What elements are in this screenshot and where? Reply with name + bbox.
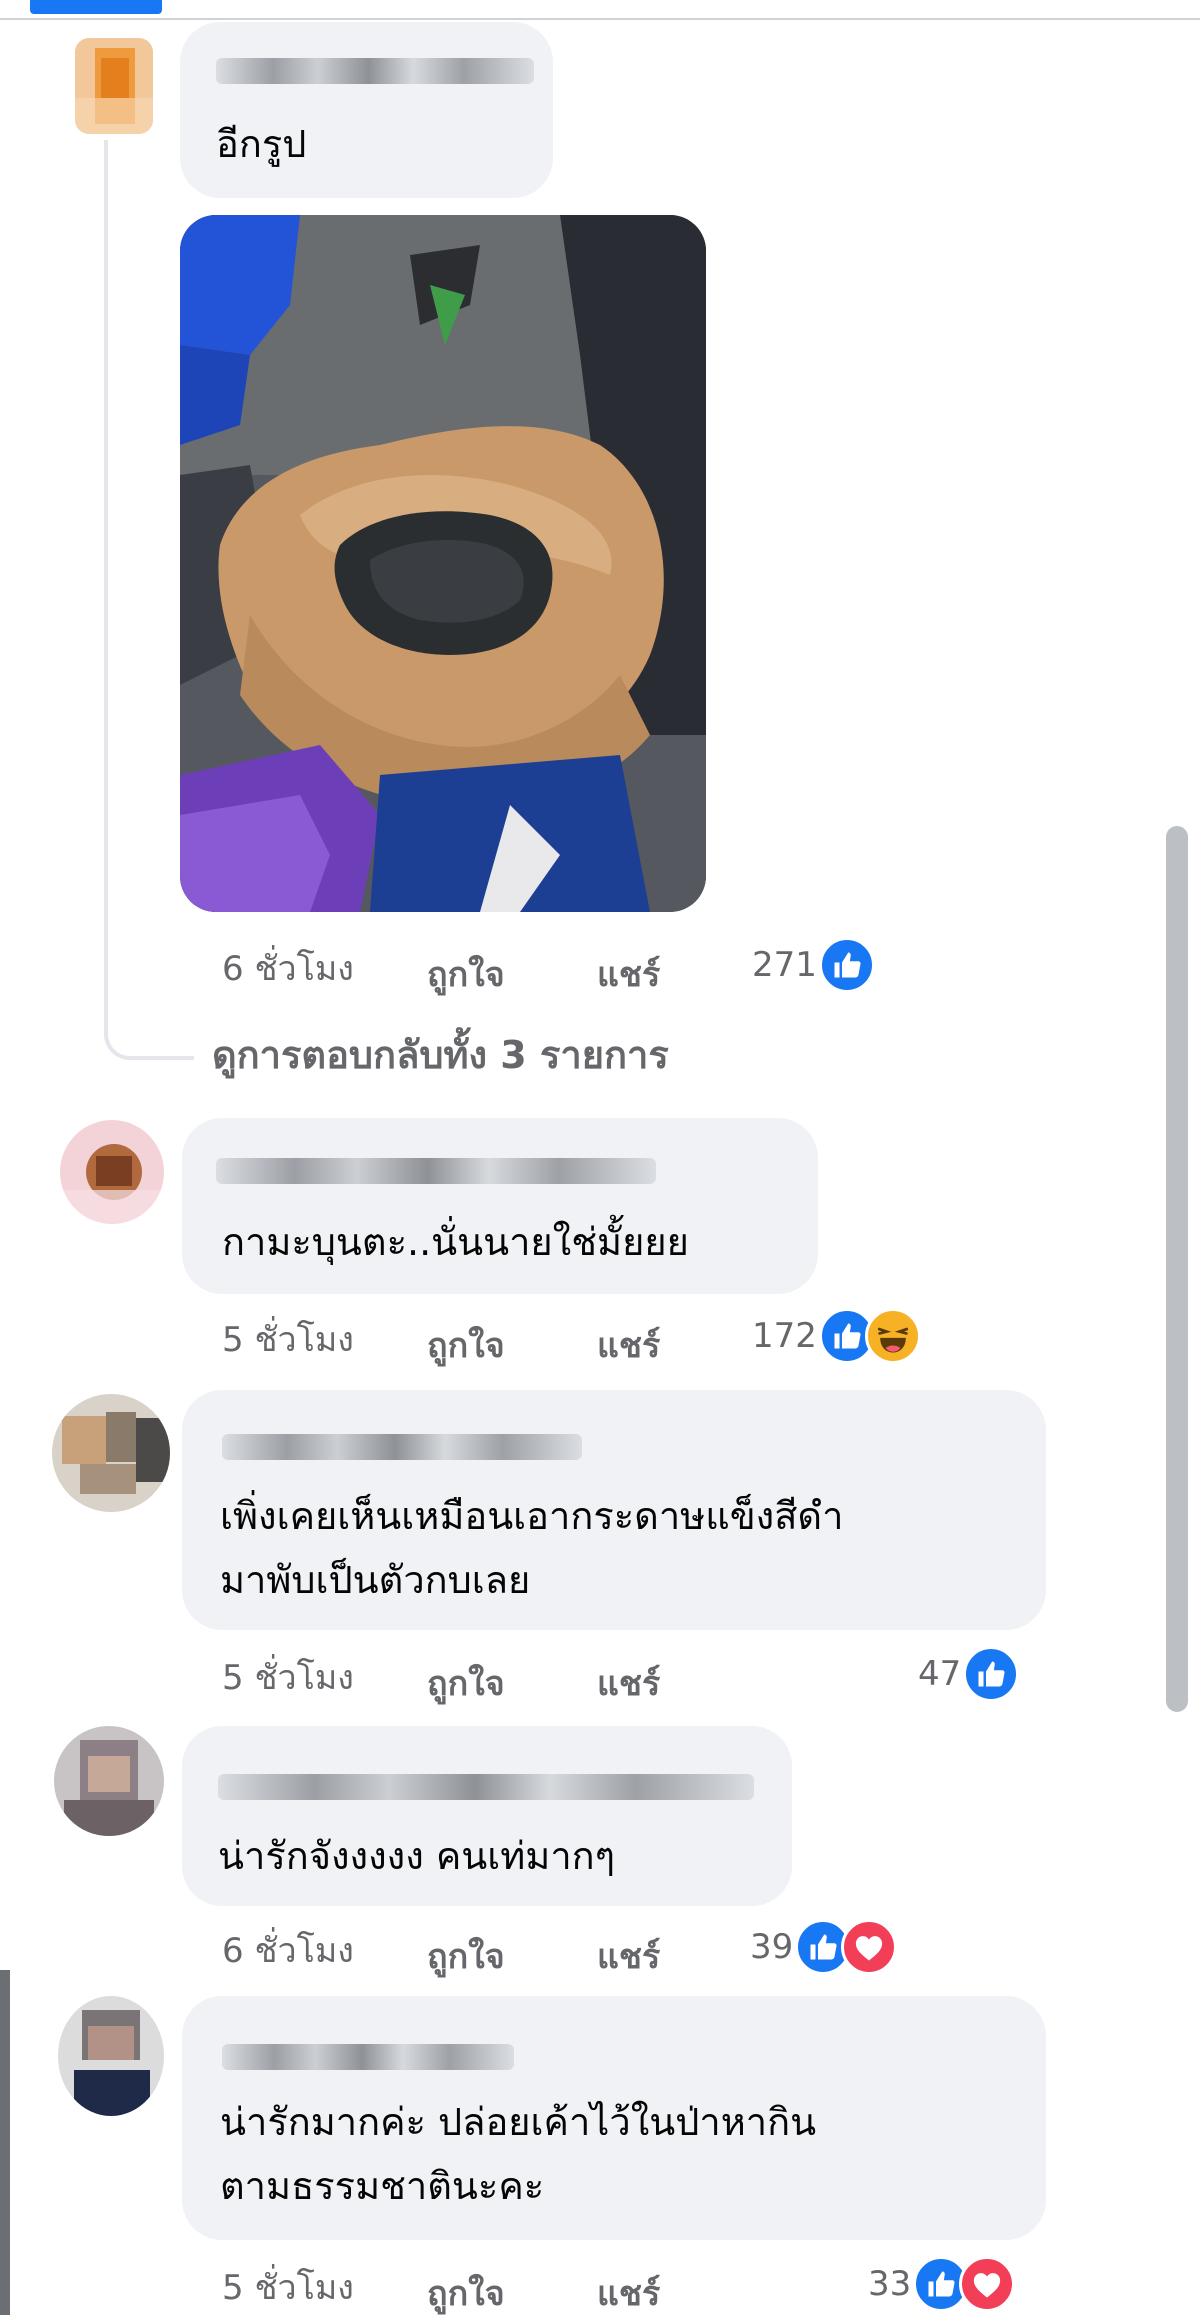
avatar[interactable] xyxy=(58,1996,164,2116)
share-button[interactable]: แชร์ xyxy=(597,947,660,1001)
left-edge-strip xyxy=(0,1970,10,2315)
comment-time[interactable]: 5 ชั่วโมง xyxy=(222,1650,354,1704)
avatar[interactable] xyxy=(75,38,153,134)
avatar[interactable] xyxy=(60,1120,164,1224)
comment-time[interactable]: 6 ชั่วโมง xyxy=(222,1923,354,1977)
photo-frog-in-gloves xyxy=(180,215,706,912)
comment-text: น่ารักจังงงงง คนเท่มากๆ xyxy=(218,1834,616,1878)
comment-text: มาพับเป็นตัวกบเลย xyxy=(220,1558,531,1602)
share-button[interactable]: แชร์ xyxy=(597,1656,660,1710)
comment-meta: 6 ชั่วโมง ถูกใจ แชร์ 271 xyxy=(222,935,922,995)
comment-time[interactable]: 5 ชั่วโมง xyxy=(222,2260,354,2314)
comment-time[interactable]: 6 ชั่วโมง xyxy=(222,941,354,995)
comment-meta: 5 ชั่วโมง ถูกใจ แชร์ 47 xyxy=(222,1644,1042,1704)
comment-bubble: เพิ่งเคยเห็นเหมือนเอากระดาษแข็งสีดำ มาพั… xyxy=(182,1390,1046,1630)
comment-text: เพิ่งเคยเห็นเหมือนเอากระดาษแข็งสีดำ xyxy=(220,1494,844,1538)
avatar[interactable] xyxy=(52,1394,170,1512)
comment-text: อีกรูป xyxy=(216,122,307,166)
comment-text: น่ารักมากค่ะ ปล่อยเค้าไว้ในป่าหากิน xyxy=(220,2100,817,2144)
like-button[interactable]: ถูกใจ xyxy=(427,947,505,1001)
view-replies-link[interactable]: ดูการตอบกลับทั้ง 3 รายการ xyxy=(212,1024,669,1085)
reaction-summary[interactable]: 33 xyxy=(868,2254,1016,2314)
reaction-count: 271 xyxy=(752,945,817,985)
author-name[interactable] xyxy=(222,1434,582,1460)
author-name[interactable] xyxy=(216,58,534,84)
reaction-summary[interactable]: 47 xyxy=(918,1644,1020,1704)
like-button[interactable]: ถูกใจ xyxy=(427,1656,505,1710)
author-name[interactable] xyxy=(216,1158,656,1184)
comment-meta: 5 ชั่วโมง ถูกใจ แชร์ 172 xyxy=(222,1306,972,1366)
comment-meta: 5 ชั่วโมง ถูกใจ แชร์ 33 xyxy=(222,2254,1042,2314)
scrollbar-thumb[interactable] xyxy=(1166,826,1188,1712)
top-border xyxy=(0,0,1200,20)
reaction-summary[interactable]: 271 xyxy=(752,935,875,995)
reaction-count: 172 xyxy=(752,1316,817,1356)
like-button[interactable]: ถูกใจ xyxy=(427,1929,505,1983)
reaction-count: 33 xyxy=(868,2264,912,2304)
comment-text: กามะบุนตะ..นั่นนายใช่มั้ยยย xyxy=(222,1220,689,1264)
share-button[interactable]: แชร์ xyxy=(597,1929,660,1983)
like-button[interactable]: ถูกใจ xyxy=(427,2266,505,2320)
comment-bubble: อีกรูป xyxy=(180,22,553,198)
author-name[interactable] xyxy=(222,2044,514,2070)
comment-text: ตามธรรมชาตินะคะ xyxy=(220,2164,545,2208)
comment-bubble: กามะบุนตะ..นั่นนายใช่มั้ยยย xyxy=(182,1118,818,1294)
comment-bubble: น่ารักจังงงงง คนเท่มากๆ xyxy=(182,1726,792,1906)
avatar[interactable] xyxy=(54,1726,164,1836)
like-icon xyxy=(963,1646,1020,1702)
like-button[interactable]: ถูกใจ xyxy=(427,1318,505,1372)
comment-bubble: น่ารักมากค่ะ ปล่อยเค้าไว้ในป่าหากิน ตามธ… xyxy=(182,1996,1046,2240)
share-button[interactable]: แชร์ xyxy=(597,1318,660,1372)
love-icon xyxy=(959,2256,1016,2312)
like-icon xyxy=(818,937,875,993)
active-tab-indicator xyxy=(30,0,162,14)
reaction-summary[interactable]: 172 xyxy=(752,1306,921,1366)
reaction-summary[interactable]: 39 xyxy=(750,1917,898,1977)
author-name[interactable] xyxy=(218,1774,754,1800)
reaction-count: 47 xyxy=(918,1654,962,1694)
share-button[interactable]: แชร์ xyxy=(597,2266,660,2320)
comment-meta: 6 ชั่วโมง ถูกใจ แชร์ 39 xyxy=(222,1917,972,1977)
reaction-count: 39 xyxy=(750,1927,794,1967)
attached-photo[interactable] xyxy=(180,215,706,912)
love-icon xyxy=(841,1919,898,1975)
comment-time[interactable]: 5 ชั่วโมง xyxy=(222,1312,354,1366)
haha-icon xyxy=(864,1308,921,1364)
